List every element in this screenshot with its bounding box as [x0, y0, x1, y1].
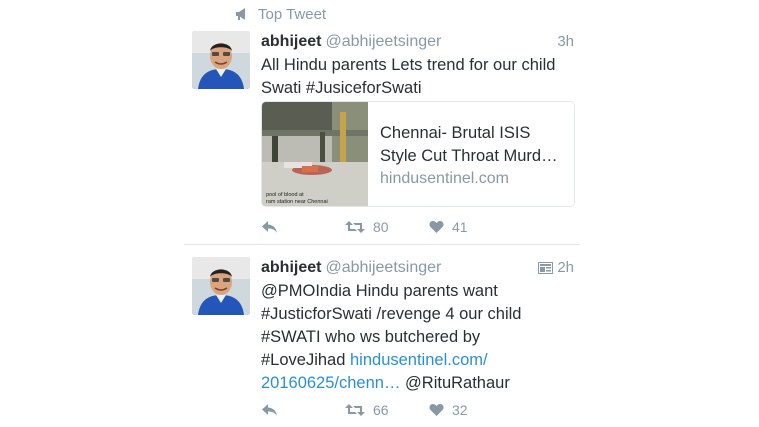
- avatar[interactable]: [192, 257, 250, 315]
- top-tweet-label-row: Top Tweet: [234, 4, 326, 24]
- like-button[interactable]: 32: [429, 400, 468, 420]
- author-name[interactable]: abhijeet: [261, 33, 321, 50]
- card-body: Chennai- Brutal ISIS Style Cut Throat Mu…: [380, 122, 570, 188]
- reply-icon: [262, 221, 277, 233]
- avatar[interactable]: [192, 31, 250, 89]
- retweet-count: 80: [373, 219, 389, 235]
- tweet-time: 2h: [557, 259, 574, 276]
- tweet-text-line-1: @PMOIndia Hindu parents want: [261, 282, 498, 300]
- link-card[interactable]: pool of blood at ram station near Chenna…: [261, 101, 575, 207]
- card-title-line-2: Style Cut Throat Murd…: [380, 147, 558, 165]
- thumb-caption-2: ram station near Chennai: [266, 199, 328, 205]
- reply-button[interactable]: [261, 217, 278, 237]
- author-handle[interactable]: @abhijeetsinger: [325, 33, 441, 50]
- card-title-line-1: Chennai- Brutal ISIS: [380, 124, 531, 142]
- top-tweet-label: Top Tweet: [258, 5, 327, 23]
- tweet-link-part-2[interactable]: 20160625/chenn…: [261, 374, 400, 392]
- tweet-content: abhijeet @abhijeetsinger 2h @PMOIndia Hin…: [261, 257, 577, 418]
- tweet-text-line-2: #JusticforSwati /revenge 4 our child: [261, 305, 522, 323]
- mention-text[interactable]: @RituRathaur: [400, 374, 510, 392]
- tweet-actions: 66 32: [261, 400, 577, 420]
- tweet-text: @PMOIndia Hindu parents want #JusticforS…: [261, 280, 577, 395]
- retweet-button[interactable]: 80: [345, 217, 389, 237]
- tweet-divider: [184, 244, 580, 245]
- author-name[interactable]: abhijeet: [261, 259, 321, 276]
- like-button[interactable]: 41: [429, 217, 468, 237]
- megaphone-icon: [236, 8, 245, 20]
- hashtag-text[interactable]: #LoveJihad: [261, 351, 350, 369]
- card-domain: hindusentinel.com: [380, 170, 509, 187]
- retweet-button[interactable]: 66: [345, 400, 389, 420]
- tweet-text-line-3: #SWATI who ws butchered by: [261, 328, 481, 346]
- retweet-icon: [345, 221, 365, 233]
- card-thumbnail: pool of blood at ram station near Chenna…: [262, 102, 368, 206]
- reply-button[interactable]: [261, 400, 278, 420]
- retweet-icon: [345, 404, 365, 416]
- tweet-text-line-4: #LoveJihad hindusentinel.com/: [261, 349, 577, 372]
- tweet-text-line-5: 20160625/chenn… @RituRathaur: [261, 372, 577, 395]
- tweet-actions: 80 41: [261, 217, 577, 237]
- heart-icon: [429, 404, 444, 416]
- card-title: Chennai- Brutal ISIS Style Cut Throat Mu…: [380, 122, 570, 168]
- like-count: 41: [452, 219, 468, 235]
- tweet-1[interactable]: abhijeet @abhijeetsinger 3h All Hindu par…: [192, 31, 577, 241]
- tweet-2[interactable]: abhijeet @abhijeetsinger 2h @PMOIndia Hin…: [192, 257, 577, 422]
- retweet-count: 66: [373, 402, 389, 418]
- thumb-caption-1: pool of blood at: [266, 192, 304, 198]
- tweet-link-part-1[interactable]: hindusentinel.com/: [350, 351, 488, 369]
- tweet-header: abhijeet @abhijeetsinger 3h: [261, 31, 577, 53]
- like-count: 32: [452, 402, 468, 418]
- media-icon: [538, 262, 554, 274]
- tweet-content: abhijeet @abhijeetsinger 3h All Hindu par…: [261, 31, 577, 235]
- tweet-time-group[interactable]: 2h: [538, 257, 574, 279]
- tweet-header: abhijeet @abhijeetsinger 2h: [261, 257, 577, 279]
- heart-icon: [429, 221, 444, 233]
- tweet-time[interactable]: 3h: [557, 31, 574, 53]
- reply-icon: [262, 404, 277, 416]
- author-handle[interactable]: @abhijeetsinger: [325, 259, 441, 276]
- tweet-text: All Hindu parents Lets trend for our chi…: [261, 56, 556, 97]
